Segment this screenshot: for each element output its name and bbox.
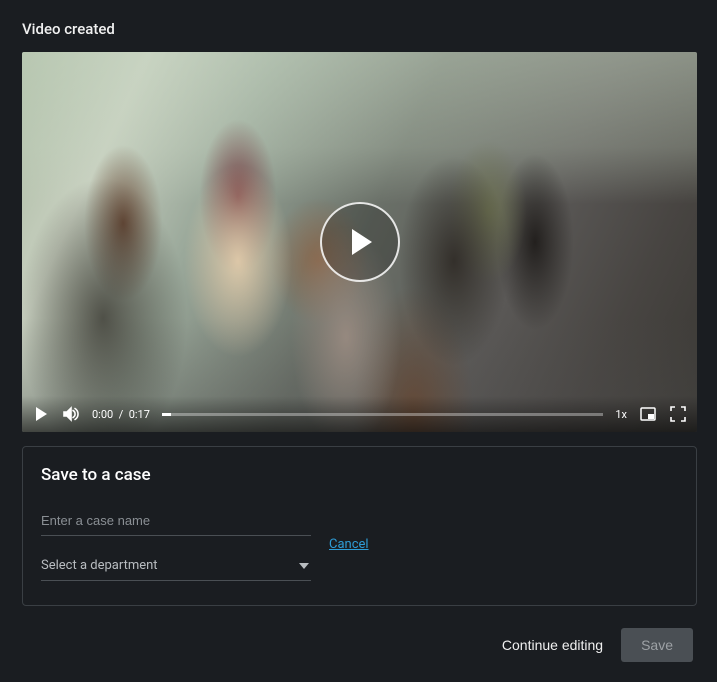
play-button[interactable] <box>320 202 400 282</box>
current-time: 0:00 <box>92 408 113 421</box>
department-placeholder: Select a department <box>41 558 158 573</box>
department-select[interactable]: Select a department <box>41 550 311 581</box>
card-title: Save to a case <box>41 465 678 485</box>
volume-button[interactable] <box>62 405 80 423</box>
volume-icon <box>63 406 79 422</box>
video-player[interactable]: 0:00 / 0:17 1x <box>22 52 697 432</box>
save-button[interactable]: Save <box>621 628 693 662</box>
video-controls: 0:00 / 0:17 1x <box>22 396 697 432</box>
case-name-input[interactable] <box>41 507 311 536</box>
fullscreen-icon <box>670 406 686 422</box>
save-case-card: Save to a case Select a department Cance… <box>22 446 697 606</box>
duration: 0:17 <box>129 408 150 421</box>
play-icon <box>350 229 374 255</box>
play-icon <box>33 406 49 422</box>
speed-value: 1x <box>615 408 627 421</box>
continue-editing-button[interactable]: Continue editing <box>502 637 603 653</box>
time-separator: / <box>119 408 124 421</box>
fullscreen-button[interactable] <box>669 405 687 423</box>
play-small-button[interactable] <box>32 405 50 423</box>
dialog-footer: Continue editing Save <box>22 628 695 662</box>
video-time: 0:00 / 0:17 <box>92 408 150 421</box>
progress-fill <box>162 413 171 416</box>
chevron-down-icon <box>299 563 309 569</box>
cancel-link[interactable]: Cancel <box>329 537 369 552</box>
page-title: Video created <box>22 20 695 38</box>
pip-button[interactable] <box>639 405 657 423</box>
progress-bar[interactable] <box>162 413 603 416</box>
pip-icon <box>640 406 656 422</box>
playback-speed-button[interactable]: 1x <box>615 408 627 421</box>
